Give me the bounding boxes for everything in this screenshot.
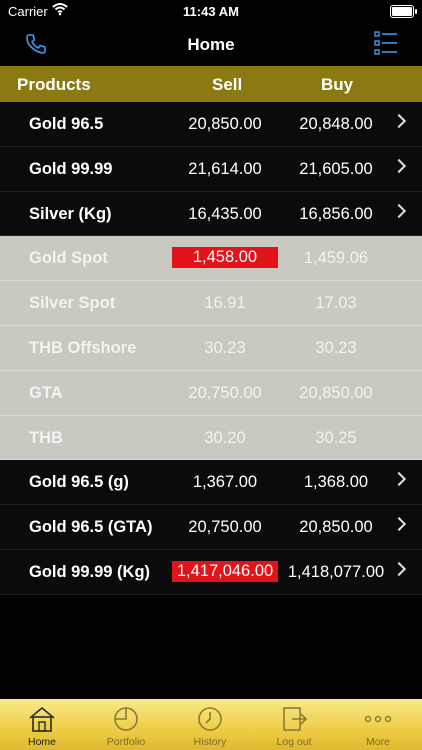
sell-price: 20,750.00 [188,383,262,402]
product-name: THB Offshore [29,338,137,357]
navigation-bar: Home [0,24,422,66]
buy-price: 20,850.00 [299,383,373,402]
table-row[interactable]: Gold 96.5 (GTA) 20,750.00 20,850.00 [0,505,422,550]
sell-price: 1,458.00 [172,247,278,269]
sell-price: 20,750.00 [188,518,262,537]
tab-logout[interactable]: Log out [252,699,336,750]
sell-price-highlight: 1,458.00 [172,247,278,269]
header-products: Products [17,75,91,94]
battery-icon [390,5,417,18]
header-buy: Buy [321,75,354,94]
price-table: Gold 96.5 20,850.00 20,848.00 Gold 99.99… [0,102,422,595]
sell-price: 20,850.00 [188,115,262,133]
list-menu-icon[interactable] [374,30,398,56]
status-time: 11:43 AM [183,4,239,19]
pie-icon [114,707,138,731]
chevron-right-icon [391,472,407,487]
buy-price: 21,605.00 [299,159,373,178]
header-sell: Sell [212,75,243,94]
table-row[interactable]: Gold 99.99 (Kg) 1,417,046.00 1,418,077.0… [0,549,422,595]
status-bar: Carrier 11:43 AM [0,0,422,24]
sell-price: 16,435.00 [188,204,262,223]
table-row[interactable]: Gold 99.99 21,614.00 21,605.00 [0,146,422,192]
product-name: Gold 96.5 (GTA) [29,518,153,537]
buy-price: 20,848.00 [299,115,373,133]
buy-price: 17.03 [315,294,357,313]
product-name: THB [29,428,63,447]
table-header: Products Sell Buy [0,66,422,102]
product-name: Gold 96.5 [29,115,104,133]
sell-price: 30.23 [204,338,246,357]
chevron-right-icon [391,561,407,577]
tab-portfolio[interactable]: Portfolio [84,699,168,750]
sell-price: 16.91 [204,294,246,313]
buy-price: 20,850.00 [299,518,373,537]
clock-icon [198,707,222,731]
table-row: THB 30.20 30.25 [0,415,422,461]
tab-more[interactable]: More [336,699,420,750]
tab-label: Portfolio [106,736,146,748]
home-icon [29,706,55,732]
logout-icon [283,707,308,731]
product-name: Gold Spot [29,249,108,268]
tab-history[interactable]: History [168,699,252,750]
table-row: THB Offshore 30.23 30.23 [0,325,422,371]
tab-label: Log out [276,736,312,748]
tab-label: History [193,736,227,748]
buy-price: 30.25 [315,428,357,447]
buy-price: 1,368.00 [303,473,369,492]
product-name: Silver Spot [29,294,116,313]
tab-bar: Home Portfolio History Log out More [0,699,422,750]
sell-price-highlight: 1,417,046.00 [172,560,278,582]
table-row[interactable]: Gold 96.5 (g) 1,367.00 1,368.00 [0,460,422,506]
buy-price: 16,856.00 [299,204,373,223]
table-row: Silver Spot 16.91 17.03 [0,281,422,326]
sell-price: 1,367.00 [192,473,258,492]
chevron-right-icon [391,203,407,218]
product-name: Gold 99.99 [29,159,113,178]
table-row[interactable]: Silver (Kg) 16,435.00 16,856.00 [0,191,422,237]
product-name: Gold 96.5 (g) [29,473,129,492]
buy-price: 1,459.06 [303,249,369,268]
table-row[interactable]: Gold 96.5 20,850.00 20,848.00 [0,102,422,147]
product-name: Gold 99.99 (Kg) [29,562,151,581]
chevron-right-icon [391,113,407,129]
tab-home[interactable]: Home [0,699,84,750]
product-name: Silver (Kg) [29,204,112,223]
sell-price: 30.20 [204,428,246,447]
more-icon [364,715,392,723]
buy-price: 1,418,077.00 [287,562,385,581]
chevron-right-icon [391,158,407,173]
sell-price: 1,417,046.00 [172,560,278,582]
buy-price: 30.23 [315,338,357,357]
chevron-right-icon [391,517,407,532]
tab-label: Home [27,736,56,748]
sell-price: 21,614.00 [188,159,262,178]
table-row: Gold Spot 1,458.00 1,459.06 [0,236,422,282]
tab-label: More [366,736,390,748]
page-title: Home [187,35,235,54]
product-name: GTA [29,383,63,402]
table-row: GTA 20,750.00 20,850.00 [0,370,422,416]
